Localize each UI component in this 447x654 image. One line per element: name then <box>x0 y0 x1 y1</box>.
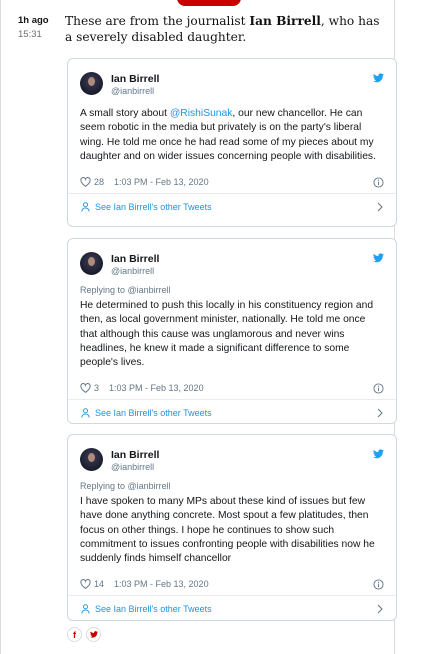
tweet-header: Ian Birrell @ianbirrell <box>68 59 396 107</box>
embedded-tweet[interactable]: Ian Birrell @ianbirrell A small story ab… <box>67 58 397 227</box>
chevron-right-icon <box>377 202 383 212</box>
tweet-author-handle[interactable]: @ianbirrell <box>111 462 154 472</box>
entry-intro-text: These are from the journalist Ian Birrel… <box>65 13 385 45</box>
info-icon[interactable] <box>373 579 384 591</box>
time-absolute: 15:31 <box>18 29 42 40</box>
see-other-tweets-label: See Ian Birrell's other Tweets <box>95 603 212 614</box>
twitter-bird-icon[interactable] <box>373 73 384 83</box>
tweet-author-name[interactable]: Ian Birrell <box>111 73 159 85</box>
tweet-text: He determined to push this locally in hi… <box>80 300 374 369</box>
intro-journalist-name: Ian Birrell <box>249 14 321 28</box>
facebook-icon: f <box>73 629 76 640</box>
like-count[interactable]: 3 <box>94 383 99 393</box>
tweet-timestamp[interactable]: 1:03 PM - Feb 13, 2020 <box>114 579 209 589</box>
tweet-timestamp[interactable]: 1:03 PM - Feb 13, 2020 <box>114 177 209 187</box>
tweet-text: I have spoken to many MPs about these ki… <box>80 496 375 565</box>
twitter-share-button[interactable] <box>86 627 101 642</box>
entry-timestamp[interactable]: 1h ago 15:31 <box>18 15 58 40</box>
person-icon <box>81 201 90 212</box>
tweet-author-handle[interactable]: @ianbirrell <box>111 86 154 96</box>
embedded-tweet[interactable]: Ian Birrell @ianbirrell Replying to @ian… <box>67 434 397 621</box>
time-relative: 1h ago <box>18 15 49 26</box>
tweet-meta: 14 1:03 PM - Feb 13, 2020 <box>68 573 396 595</box>
liveblog-column: 1h ago 15:31 These are from the journali… <box>0 0 397 654</box>
avatar[interactable] <box>80 72 103 95</box>
heart-icon[interactable] <box>80 177 91 188</box>
tweet-author-handle[interactable]: @ianbirrell <box>111 266 154 276</box>
chevron-right-icon <box>377 409 383 418</box>
tweet-header: Ian Birrell @ianbirrell <box>68 239 396 287</box>
twitter-bird-icon[interactable] <box>373 253 384 263</box>
tweet-author-name[interactable]: Ian Birrell <box>111 253 159 265</box>
avatar[interactable] <box>80 448 103 471</box>
tweet-meta: 3 1:03 PM - Feb 13, 2020 <box>68 377 396 399</box>
chevron-right-icon <box>377 605 383 614</box>
tweet-text: A small story about @RishiSunak, our new… <box>68 107 396 164</box>
person-icon <box>81 408 90 418</box>
see-other-tweets-link[interactable]: See Ian Birrell's other Tweets <box>68 399 396 425</box>
info-icon[interactable] <box>373 177 384 188</box>
like-count[interactable]: 28 <box>94 177 104 187</box>
heart-icon[interactable] <box>80 383 91 394</box>
tweet-mention-link[interactable]: @RishiSunak <box>170 108 233 119</box>
tweet-timestamp[interactable]: 1:03 PM - Feb 13, 2020 <box>109 383 204 393</box>
see-other-tweets-link[interactable]: See Ian Birrell's other Tweets <box>68 193 396 219</box>
tweet-author-name[interactable]: Ian Birrell <box>111 449 159 461</box>
twitter-icon <box>89 631 98 638</box>
see-other-tweets-link[interactable]: See Ian Birrell's other Tweets <box>68 595 396 621</box>
live-badge <box>177 0 241 6</box>
person-icon <box>81 604 90 614</box>
like-count[interactable]: 14 <box>94 579 104 589</box>
tweet-text-part: A small story about <box>80 108 170 119</box>
heart-icon[interactable] <box>80 579 91 590</box>
embedded-tweet[interactable]: Ian Birrell @ianbirrell Replying to @ian… <box>67 238 397 424</box>
facebook-share-button[interactable]: f <box>67 627 82 642</box>
tweet-header: Ian Birrell @ianbirrell <box>68 435 396 483</box>
avatar[interactable] <box>80 252 103 275</box>
info-icon[interactable] <box>373 383 384 395</box>
twitter-bird-icon[interactable] <box>373 449 384 459</box>
see-other-tweets-label: See Ian Birrell's other Tweets <box>95 201 212 212</box>
intro-text-before: These are from the journalist <box>65 14 250 28</box>
tweet-meta: 28 1:03 PM - Feb 13, 2020 <box>68 171 396 193</box>
see-other-tweets-label: See Ian Birrell's other Tweets <box>95 407 212 418</box>
